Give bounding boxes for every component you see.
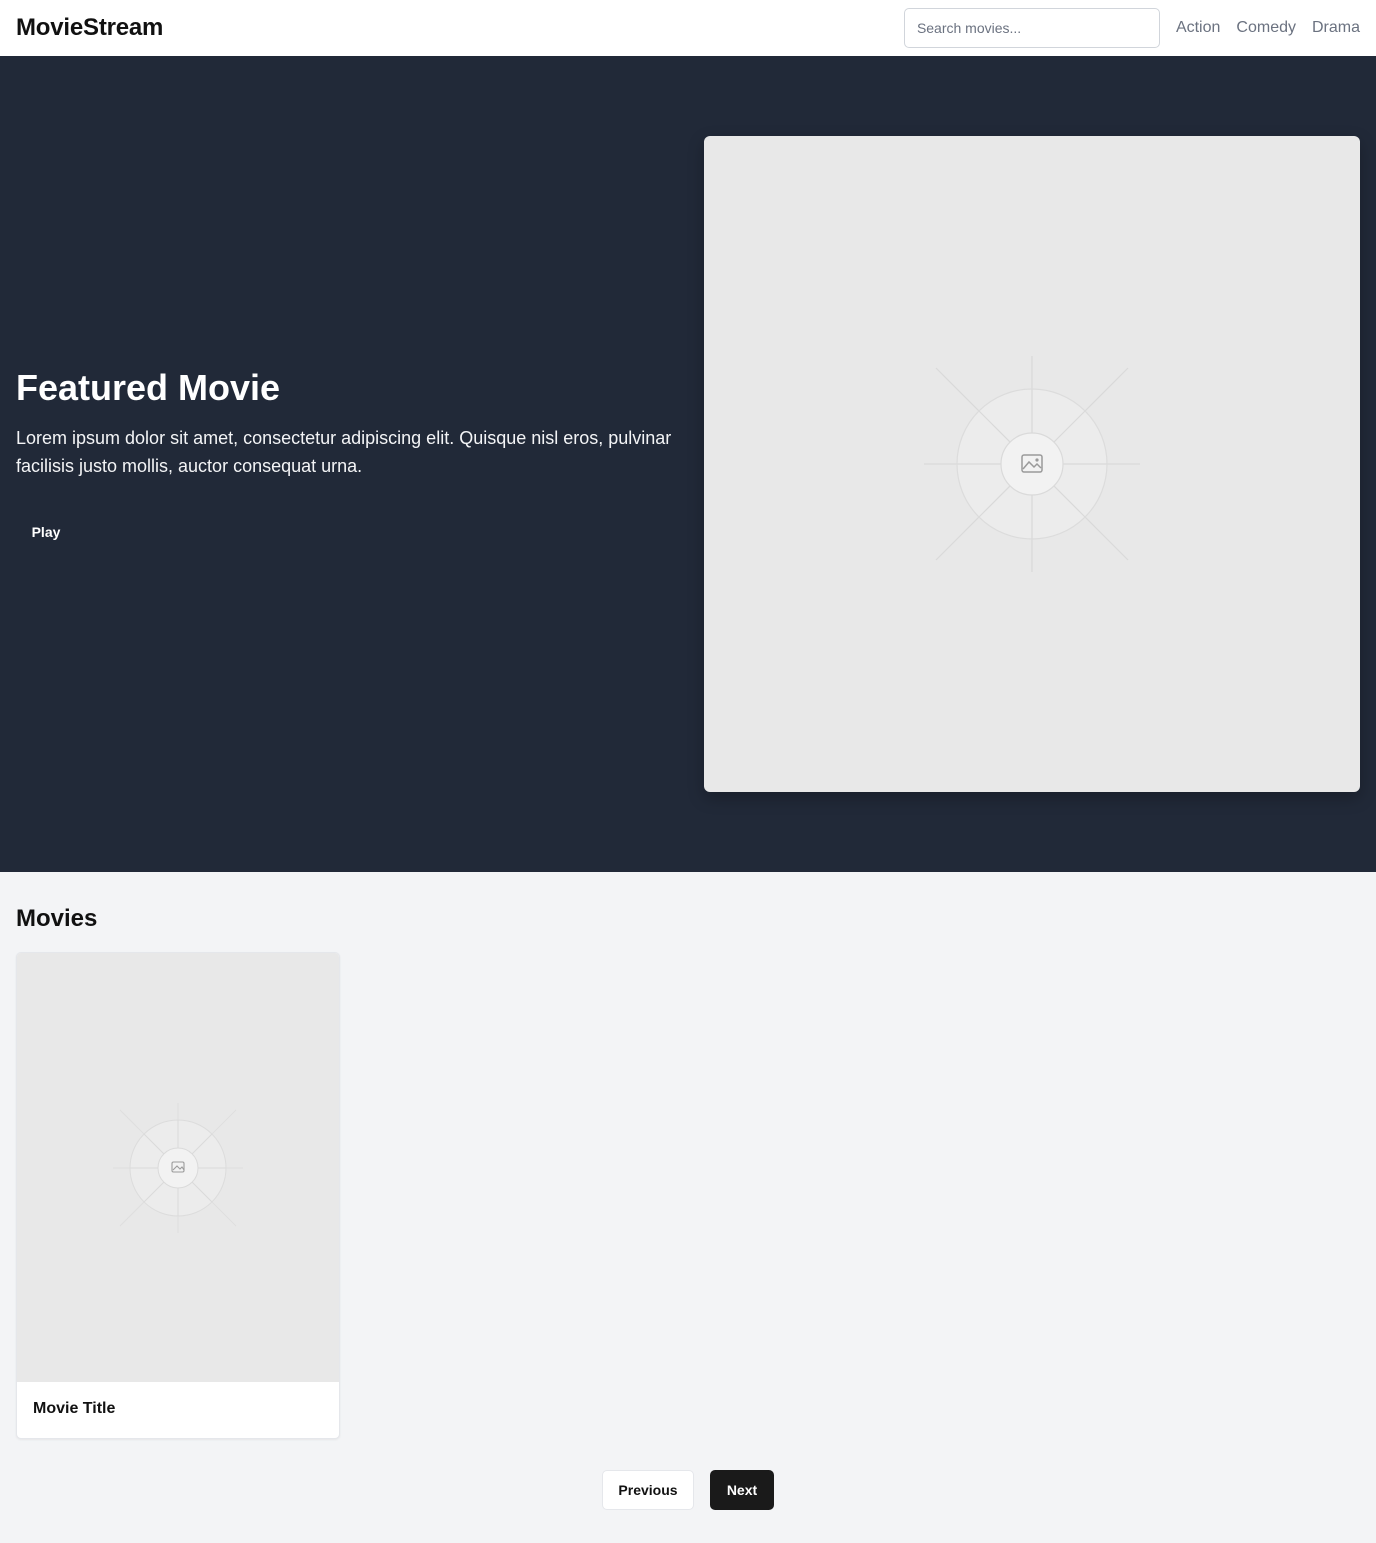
hero-text: Featured Movie Lorem ipsum dolor sit ame… <box>16 56 676 872</box>
brand-logo[interactable]: MovieStream <box>16 14 163 42</box>
hero-image-placeholder <box>704 136 1360 792</box>
movie-card-image <box>17 953 339 1382</box>
movie-card[interactable]: Movie Title <box>16 952 340 1439</box>
movie-card-title: Movie Title <box>33 1400 116 1417</box>
section-title: Movies <box>16 905 98 932</box>
image-placeholder-icon <box>924 356 1140 572</box>
nav-link-action[interactable]: Action <box>1176 19 1220 37</box>
hero-description: Lorem ipsum dolor sit amet, consectetur … <box>16 428 672 476</box>
nav-link-drama[interactable]: Drama <box>1312 19 1360 37</box>
movies-section: Movies Movie Title Previous Next <box>0 872 1376 1543</box>
previous-button[interactable]: Previous <box>602 1470 694 1510</box>
top-navbar: MovieStream Action Comedy Drama <box>0 0 1376 56</box>
pagination: Previous Next <box>0 1470 1376 1510</box>
hero-title: Featured Movie <box>16 367 281 408</box>
play-button[interactable]: Play <box>16 512 76 552</box>
navbar-right: Action Comedy Drama <box>903 8 1360 48</box>
search-input[interactable] <box>903 8 1160 48</box>
image-placeholder-icon <box>113 1103 243 1233</box>
hero-banner: Featured Movie Lorem ipsum dolor sit ame… <box>0 56 1376 872</box>
nav-link-comedy[interactable]: Comedy <box>1236 19 1296 37</box>
next-button[interactable]: Next <box>710 1470 774 1510</box>
